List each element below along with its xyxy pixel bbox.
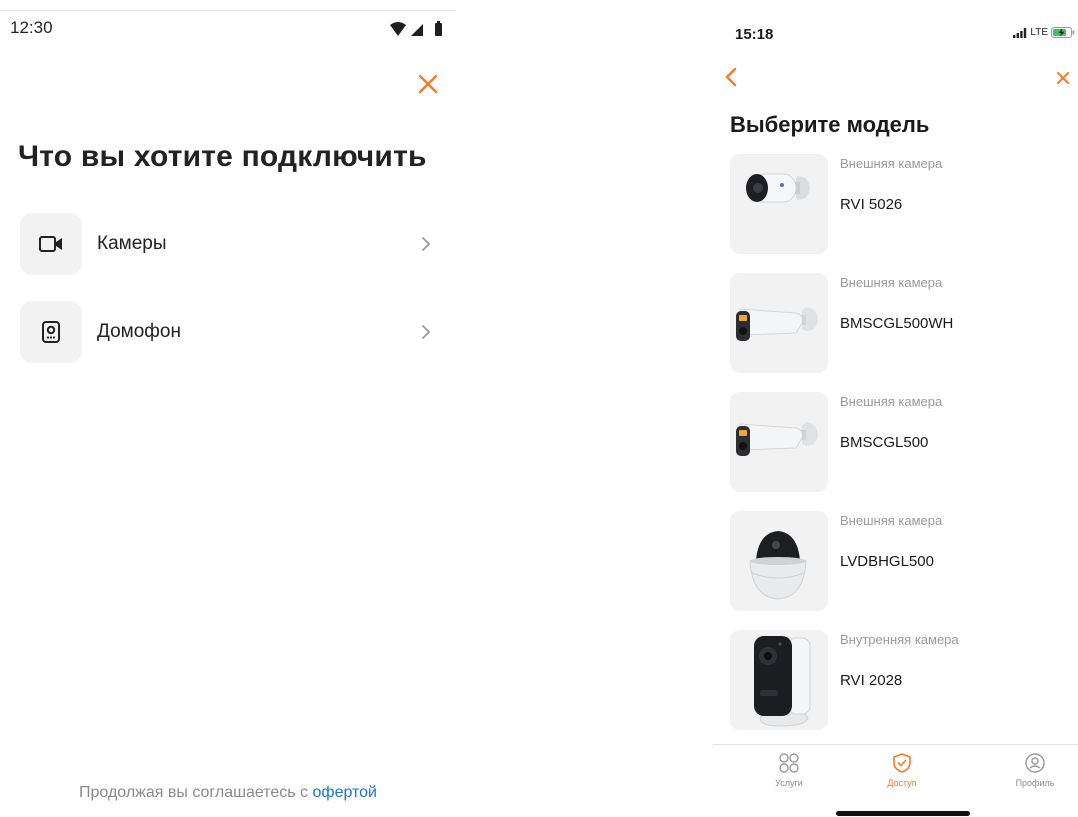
tab-label: Профиль (1015, 778, 1055, 788)
close-icon[interactable] (414, 70, 442, 98)
intercom-icon (42, 321, 60, 343)
page-title: Что вы хотите подключить (18, 140, 427, 173)
status-bar-right: LTE (1013, 27, 1075, 38)
model-category: Внешняя камера (840, 275, 943, 290)
camera-icon (39, 236, 62, 252)
network-type: LTE (1030, 27, 1048, 38)
bullet-camera-image (736, 422, 818, 456)
bullet-camera-image (746, 173, 810, 203)
model-item-bmscgl500wh[interactable]: Внешняя камера BMSCGL500WH (730, 273, 1070, 373)
tab-access[interactable]: Доступ (862, 752, 942, 796)
camera-thumbnail (730, 392, 828, 492)
camera-thumbnail (730, 511, 828, 611)
legal-notice: Продолжая вы соглашаетесь с офертой (0, 784, 456, 802)
dome-camera-image (749, 531, 807, 600)
option-icon-box (20, 213, 82, 275)
model-name: BMSCGL500 (840, 434, 929, 451)
grid-icon (779, 753, 799, 773)
option-icon-box (20, 301, 82, 363)
model-item-lvdbhgl500[interactable]: Внешняя камера LVDBHGL500 (730, 511, 1070, 611)
indoor-camera-image (754, 636, 811, 727)
chevron-right-icon (422, 237, 430, 251)
battery-charging-icon (1051, 27, 1075, 38)
signal-icon (411, 24, 423, 36)
tabbar-divider (713, 744, 1078, 745)
left-screen: 12:30 Что вы хотите подключить Камеры До… (0, 0, 456, 817)
model-name: BMSCGL500WH (840, 315, 954, 332)
camera-thumbnail (730, 154, 828, 254)
model-name: RVI 2028 (840, 672, 903, 689)
tab-services[interactable]: Услуги (749, 752, 829, 796)
status-time: 12:30 (10, 18, 53, 37)
model-item-bmscgl500[interactable]: Внешняя камера BMSCGL500 (730, 392, 1070, 492)
model-item-rvi-2028[interactable]: Внутренняя камера RVI 2028 (730, 630, 1070, 730)
tab-label: Доступ (887, 778, 917, 788)
offer-link[interactable]: офертой (313, 784, 378, 801)
right-screen: 15:18 LTE Выберите модель Внешняя камера… (713, 0, 1078, 817)
option-intercom[interactable]: Домофон (20, 301, 440, 363)
model-category: Внутренняя камера (840, 632, 959, 647)
option-cameras[interactable]: Камеры (20, 213, 440, 275)
camera-thumbnail (730, 273, 828, 373)
battery-icon (435, 23, 442, 36)
model-category: Внешняя камера (840, 156, 943, 171)
system-status-icons (390, 21, 442, 36)
signal-icon (1013, 27, 1027, 38)
option-label: Камеры (97, 233, 167, 254)
model-category: Внешняя камера (840, 394, 943, 409)
close-icon[interactable] (1055, 70, 1071, 86)
model-item-rvi-5026[interactable]: Внешняя камера RVI 5026 (730, 154, 1070, 254)
model-name: RVI 5026 (840, 196, 903, 213)
back-arrow-icon[interactable] (723, 66, 739, 88)
wifi-icon (390, 22, 406, 36)
status-time: 15:18 (735, 26, 774, 43)
tab-label: Услуги (775, 778, 803, 788)
tab-profile[interactable]: Профиль (995, 752, 1075, 796)
model-name: LVDBHGL500 (840, 553, 934, 570)
page-title: Выберите модель (730, 112, 930, 137)
legal-text: Продолжая вы соглашаетесь с (79, 784, 309, 801)
profile-icon (1025, 753, 1045, 773)
shield-check-icon (893, 753, 911, 773)
option-label: Домофон (97, 321, 181, 342)
home-indicator (836, 811, 970, 816)
chevron-right-icon (422, 325, 430, 339)
top-divider (0, 10, 456, 11)
model-category: Внешняя камера (840, 513, 943, 528)
camera-thumbnail (730, 630, 828, 730)
bullet-camera-image (736, 307, 818, 341)
